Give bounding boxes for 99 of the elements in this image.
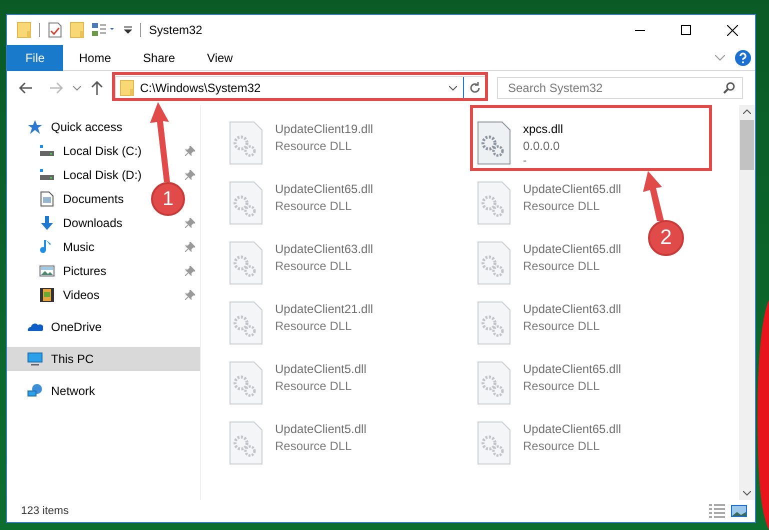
file-name: UpdateClient5.dll — [275, 361, 366, 378]
file-type: Resource DLL — [523, 378, 601, 395]
sidebar-item[interactable]: Videos — [7, 283, 148, 307]
back-icon[interactable] — [19, 82, 33, 94]
file-type: Resource DLL — [275, 138, 353, 155]
dll-file-icon — [477, 361, 511, 405]
window-title: System32 — [149, 22, 202, 39]
customize-toolbar-icon[interactable] — [124, 26, 132, 34]
large-icons-view-icon[interactable] — [731, 504, 747, 518]
file-type: Resource DLL — [523, 198, 601, 215]
help-icon[interactable] — [735, 50, 751, 66]
file-name: UpdateClient63.dll — [523, 301, 622, 318]
sidebar-item[interactable]: Quick access — [7, 115, 148, 139]
folder-icon — [120, 80, 134, 96]
file-name: UpdateClient19.dll — [275, 121, 374, 138]
search-icon[interactable] — [723, 82, 735, 94]
file-item[interactable]: UpdateClient65.dll Resource DLL — [477, 361, 622, 405]
properties-icon[interactable] — [48, 22, 62, 38]
file-item[interactable]: UpdateClient65.dll Resource DLL — [477, 181, 622, 225]
file-detail: - — [523, 155, 528, 167]
dll-file-icon — [477, 181, 511, 225]
sidebar-item[interactable]: Local Disk (D:) — [7, 163, 148, 187]
file-item[interactable]: UpdateClient19.dll Resource DLL — [229, 121, 374, 165]
sidebar-item[interactable]: Network — [7, 379, 148, 403]
file-item[interactable]: xpcs.dll 0.0.0.0 - — [477, 121, 564, 167]
scrollbar[interactable] — [739, 105, 755, 500]
computer-icon — [27, 351, 43, 367]
folder-icon — [17, 22, 31, 38]
file-type: Resource DLL — [523, 318, 601, 335]
file-item[interactable]: UpdateClient63.dll Resource DLL — [477, 301, 622, 345]
dll-file-icon — [229, 361, 263, 405]
file-name: UpdateClient65.dll — [523, 361, 622, 378]
ribbon-tab[interactable]: View — [191, 44, 249, 70]
file-name: UpdateClient65.dll — [275, 181, 374, 198]
file-type: Resource DLL — [523, 438, 601, 455]
details-view-icon[interactable] — [709, 504, 725, 518]
dll-file-icon — [477, 421, 511, 465]
dll-file-icon — [229, 301, 263, 345]
sidebar-item[interactable]: Downloads — [7, 211, 148, 235]
file-item[interactable]: UpdateClient65.dll Resource DLL — [477, 421, 622, 465]
file-name: UpdateClient5.dll — [275, 421, 366, 438]
recent-locations-icon[interactable] — [73, 86, 81, 90]
dll-file-icon — [229, 181, 263, 225]
scroll-down-icon[interactable] — [743, 491, 751, 496]
drive-icon — [39, 167, 55, 183]
sidebar-item[interactable]: This PC — [7, 347, 200, 371]
address-path: C:\Windows\System32 — [140, 80, 261, 97]
file-item[interactable]: UpdateClient5.dll Resource DLL — [229, 421, 366, 465]
scroll-up-icon[interactable] — [743, 109, 751, 114]
dll-file-icon — [229, 421, 263, 465]
dll-file-icon — [477, 301, 511, 345]
close-icon — [726, 24, 738, 36]
file-item[interactable]: UpdateClient65.dll Resource DLL — [229, 181, 374, 225]
file-type: 0.0.0.0 — [523, 138, 561, 155]
view-options-icon[interactable] — [92, 23, 116, 37]
dll-file-icon — [229, 121, 263, 165]
file-type: Resource DLL — [275, 378, 353, 395]
file-item[interactable]: UpdateClient65.dll Resource DLL — [477, 241, 622, 285]
address-bar[interactable]: C:\Windows\System32 — [115, 76, 487, 100]
ribbon-tab[interactable]: Home — [63, 44, 128, 70]
sidebar-item[interactable]: Music — [7, 235, 148, 259]
expand-ribbon-icon[interactable] — [715, 54, 725, 60]
file-name: UpdateClient63.dll — [275, 241, 374, 258]
scroll-thumb[interactable] — [740, 120, 754, 170]
download-icon — [39, 215, 55, 231]
dll-file-icon — [229, 241, 263, 285]
network-icon — [27, 383, 43, 399]
ribbon-tab[interactable]: File — [7, 44, 63, 70]
file-type: Resource DLL — [275, 198, 353, 215]
file-item[interactable]: UpdateClient63.dll Resource DLL — [229, 241, 374, 285]
dropdown-icon[interactable] — [449, 86, 457, 90]
dll-file-icon — [477, 241, 511, 285]
dll-file-icon — [477, 121, 511, 165]
search-field[interactable]: Search System32 — [497, 77, 743, 99]
pictures-icon — [39, 263, 55, 279]
document-icon — [39, 191, 55, 207]
file-type: Resource DLL — [275, 318, 353, 335]
sidebar-item[interactable]: Local Disk (C:) — [7, 139, 148, 163]
file-type: Resource DLL — [275, 258, 353, 275]
drive-icon — [39, 143, 55, 159]
sidebar-item[interactable]: OneDrive — [7, 315, 148, 339]
file-name: xpcs.dll — [523, 121, 564, 138]
file-item[interactable]: UpdateClient5.dll Resource DLL — [229, 361, 366, 405]
sidebar-item[interactable]: Documents — [7, 187, 148, 211]
film-icon — [39, 287, 55, 303]
annotation-arrow — [640, 171, 666, 221]
file-item[interactable]: UpdateClient21.dll Resource DLL — [229, 301, 374, 345]
file-name: UpdateClient65.dll — [523, 241, 622, 258]
star-icon — [27, 119, 43, 135]
file-name: UpdateClient21.dll — [275, 301, 374, 318]
status-text: 123 items — [21, 504, 69, 519]
ribbon-tab[interactable]: Share — [127, 44, 192, 70]
sidebar-item[interactable]: Pictures — [7, 259, 148, 283]
file-name: UpdateClient65.dll — [523, 421, 622, 438]
file-name: UpdateClient65.dll — [523, 181, 622, 198]
file-type: Resource DLL — [275, 438, 353, 455]
file-type: Resource DLL — [523, 258, 601, 275]
up-icon[interactable] — [91, 81, 103, 95]
refresh-icon[interactable] — [469, 82, 481, 94]
